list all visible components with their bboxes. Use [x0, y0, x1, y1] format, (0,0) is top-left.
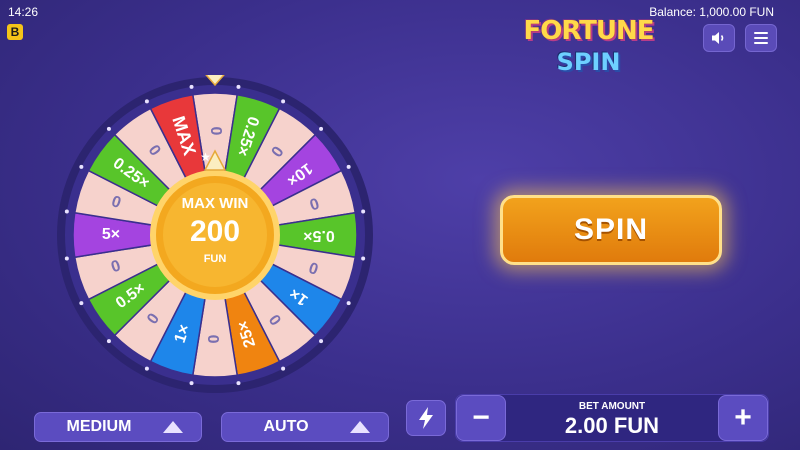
- auto-label: AUTO: [263, 418, 309, 435]
- bet-amount-control: − BET AMOUNT 2.00 FUN +: [455, 394, 769, 442]
- wheel-rim-dot: [319, 339, 324, 344]
- wheel-rim-dot: [281, 99, 286, 104]
- wheel-graphic: 0 0.25× 010×00.5×01×025×01×00.5×05×00.25×0…: [57, 67, 373, 393]
- wheel-segment-label: 0: [207, 127, 224, 136]
- wheel-rim-dot: [144, 99, 149, 104]
- wheel-rim-dot: [106, 339, 111, 344]
- risk-level-selector[interactable]: MEDIUM: [34, 412, 202, 442]
- hamburger-menu-icon: [754, 32, 768, 44]
- increase-bet-button[interactable]: +: [718, 395, 768, 441]
- wheel-rim-dot: [281, 366, 286, 371]
- wheel-rim-dot: [346, 164, 351, 169]
- spin-button[interactable]: SPIN: [500, 195, 722, 265]
- menu-button[interactable]: [745, 24, 777, 52]
- auto-play-selector[interactable]: AUTO: [221, 412, 389, 442]
- clock: 14:26: [8, 5, 39, 19]
- logo-line-1: FORTUNE: [523, 16, 654, 46]
- wheel-rim-dot: [236, 84, 241, 89]
- wheel-segment-label: 0: [206, 334, 223, 343]
- fortune-wheel[interactable]: 0 0.25× 0 10× 0 0.5× 0 1× 0 25× 0 1× 0 0.5× 0 5× 0 0.25× 0…: [55, 67, 375, 395]
- wheel-segment-label: 5×: [102, 226, 120, 243]
- sound-button[interactable]: [703, 24, 735, 52]
- wheel-rim-dot: [319, 126, 324, 131]
- brand-badge: B: [7, 24, 23, 40]
- max-win-title: MAX WIN: [182, 195, 249, 212]
- wheel-rim-dot: [189, 381, 194, 386]
- wheel-rim-dot: [346, 301, 351, 306]
- balance-display: Balance: 1,000.00 FUN: [649, 5, 774, 19]
- wheel-rim-dot: [79, 301, 84, 306]
- wheel-rim-dot: [144, 366, 149, 371]
- lightning-bolt-icon: [419, 407, 433, 429]
- logo-line-2: SPIN: [556, 48, 621, 76]
- wheel-rim-dot: [64, 209, 69, 214]
- max-win-currency: FUN: [204, 253, 227, 265]
- wheel-rim-dot: [236, 381, 241, 386]
- wheel-rim-dot: [106, 126, 111, 131]
- risk-level-label: MEDIUM: [66, 418, 132, 435]
- wheel-rim-dot: [361, 256, 366, 261]
- wheel-rim-dot: [79, 164, 84, 169]
- max-win-amount: 200: [190, 215, 240, 248]
- caret-up-icon: [163, 421, 183, 433]
- turbo-button[interactable]: [406, 400, 446, 436]
- speaker-icon: [712, 32, 724, 44]
- wheel-rim-dot: [64, 256, 69, 261]
- game-logo: FORTUNE SPIN: [516, 14, 661, 78]
- wheel-rim-dot: [361, 209, 366, 214]
- caret-up-icon: [350, 421, 370, 433]
- wheel-rim-dot: [189, 84, 194, 89]
- wheel-segment-label: 0.5×: [303, 227, 335, 244]
